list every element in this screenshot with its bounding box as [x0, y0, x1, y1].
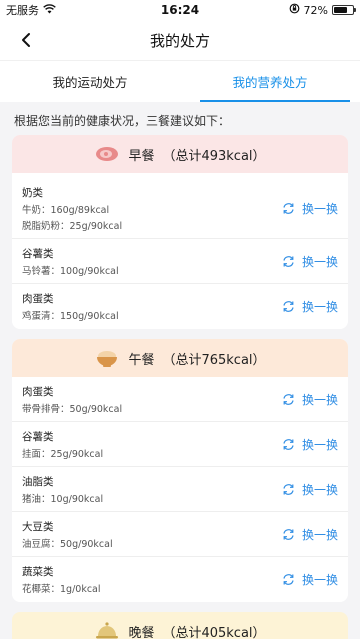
intro-text: 根据您当前的健康状况，三餐建议如下：: [14, 114, 231, 128]
food-row: 肉蛋类 鸡蛋清：150g/90kcal 换一换: [12, 284, 348, 329]
page-title: 我的处方: [149, 31, 210, 50]
tab-bar: 我的运动处方 我的营养处方: [0, 60, 360, 102]
status-bar: 无服务 16:24 72%: [0, 0, 360, 20]
food-text: 肉蛋类 鸡蛋清：150g/90kcal: [22, 291, 119, 322]
refresh-icon: [282, 482, 296, 496]
meal-total-breakfast: （总计493kcal）: [162, 148, 266, 164]
food-text: 奶类 牛奶：160g/89kcal 脱脂奶粉：25g/90kcal: [22, 185, 122, 232]
refresh-icon: [282, 437, 296, 451]
swap-label: 换一换: [301, 254, 338, 269]
meal-header-dinner: 晚餐 （总计405kcal）: [12, 612, 348, 639]
food-category: 谷薯类: [22, 247, 54, 260]
food-detail: 鸡蛋清：150g/90kcal: [22, 311, 119, 322]
meal-card-breakfast: 早餐 （总计493kcal） 奶类 牛奶：160g/89kcal 脱脂奶粉：25…: [12, 135, 348, 329]
food-detail: 花椰菜：1g/0kcal: [22, 584, 101, 595]
battery-icon: [332, 5, 356, 15]
food-detail: 带骨排骨：50g/90kcal: [22, 403, 123, 415]
swap-button[interactable]: 换一换: [282, 571, 338, 588]
meal-name-dinner: 晚餐: [128, 625, 155, 639]
back-button[interactable]: [14, 28, 38, 52]
food-category: 油脂类: [22, 475, 54, 488]
food-detail: 油豆腐：50g/90kcal: [22, 538, 113, 550]
food-detail: 猪油：10g/90kcal: [22, 493, 104, 505]
swap-label: 换一换: [301, 437, 338, 452]
food-text: 谷薯类 马铃薯：100g/90kcal: [22, 246, 119, 277]
swap-label: 换一换: [301, 527, 338, 542]
food-text: 蔬菜类 花椰菜：1g/0kcal: [22, 564, 101, 595]
food-text: 油脂类 猪油：10g/90kcal: [22, 474, 103, 505]
swap-button[interactable]: 换一换: [282, 298, 338, 315]
meal-header-lunch: 午餐 （总计765kcal）: [12, 339, 348, 377]
orientation-lock-icon: [289, 3, 300, 17]
swap-button[interactable]: 换一换: [282, 526, 338, 543]
food-category: 蔬菜类: [22, 566, 54, 578]
food-row: 肉蛋类 带骨排骨：50g/90kcal 换一换: [12, 377, 348, 422]
food-detail: 脱脂奶粉：25g/90kcal: [22, 221, 123, 232]
food-category: 大豆类: [22, 520, 54, 533]
meal-card-dinner: 晚餐 （总计405kcal）: [12, 612, 348, 639]
refresh-icon: [282, 300, 296, 314]
food-category: 肉蛋类: [22, 385, 54, 398]
meal-total-dinner: （总计405kcal）: [162, 625, 266, 639]
carrier-text: 无服务: [6, 4, 39, 17]
meat-icon: [94, 144, 120, 164]
food-text: 谷薯类 挂面：25g/90kcal: [22, 429, 103, 460]
meal-card-lunch: 午餐 （总计765kcal） 肉蛋类 带骨排骨：50g/90kcal 换一换 谷…: [12, 339, 348, 602]
food-category: 奶类: [22, 187, 43, 199]
food-text: 大豆类 油豆腐：50g/90kcal: [22, 519, 113, 550]
status-right: 72%: [289, 3, 356, 17]
rice-bowl-icon: [94, 348, 120, 368]
refresh-icon: [282, 202, 296, 216]
cloche-icon: [94, 621, 120, 639]
meal-name-breakfast: 早餐: [128, 148, 155, 164]
meal-name-lunch: 午餐: [128, 352, 155, 368]
tab-nutrition-prescription[interactable]: 我的营养处方: [180, 61, 360, 102]
food-category: 肉蛋类: [22, 293, 54, 305]
battery-fill: [334, 7, 347, 13]
food-list-lunch: 肉蛋类 带骨排骨：50g/90kcal 换一换 谷薯类 挂面：25g/90kca…: [12, 377, 348, 602]
food-list-breakfast: 奶类 牛奶：160g/89kcal 脱脂奶粉：25g/90kcal 换一换 谷薯…: [12, 173, 348, 329]
chevron-left-icon: [22, 33, 30, 47]
status-left: 无服务: [6, 2, 56, 18]
food-category: 谷薯类: [22, 430, 54, 443]
food-row: 奶类 牛奶：160g/89kcal 脱脂奶粉：25g/90kcal 换一换: [12, 179, 348, 239]
meal-header-breakfast: 早餐 （总计493kcal）: [12, 135, 348, 173]
food-row: 大豆类 油豆腐：50g/90kcal 换一换: [12, 512, 348, 557]
food-row: 油脂类 猪油：10g/90kcal 换一换: [12, 467, 348, 512]
swap-label: 换一换: [301, 482, 338, 497]
wifi-icon: [43, 3, 56, 17]
swap-label: 换一换: [301, 573, 338, 587]
refresh-icon: [282, 392, 296, 406]
food-detail: 马铃薯：100g/90kcal: [22, 265, 119, 277]
swap-label: 换一换: [301, 392, 338, 407]
refresh-icon: [282, 254, 296, 268]
food-detail: 挂面：25g/90kcal: [22, 448, 104, 460]
refresh-icon: [282, 573, 296, 587]
nav-bar: 我的处方: [0, 20, 360, 60]
food-row: 蔬菜类 花椰菜：1g/0kcal 换一换: [12, 557, 348, 602]
tab-exercise-prescription[interactable]: 我的运动处方: [0, 61, 180, 102]
swap-label: 换一换: [301, 300, 338, 314]
food-text: 肉蛋类 带骨排骨：50g/90kcal: [22, 384, 122, 415]
battery-text: 72%: [303, 3, 328, 17]
swap-button[interactable]: 换一换: [282, 200, 338, 217]
refresh-icon: [282, 527, 296, 541]
meal-total-lunch: （总计765kcal）: [162, 352, 266, 368]
swap-button[interactable]: 换一换: [282, 481, 338, 498]
swap-button[interactable]: 换一换: [282, 253, 338, 270]
food-detail: 牛奶：160g/89kcal: [22, 205, 110, 216]
swap-button[interactable]: 换一换: [282, 391, 338, 408]
food-row: 谷薯类 马铃薯：100g/90kcal 换一换: [12, 239, 348, 284]
food-row: 谷薯类 挂面：25g/90kcal 换一换: [12, 422, 348, 467]
swap-button[interactable]: 换一换: [282, 436, 338, 453]
swap-label: 换一换: [301, 202, 338, 216]
